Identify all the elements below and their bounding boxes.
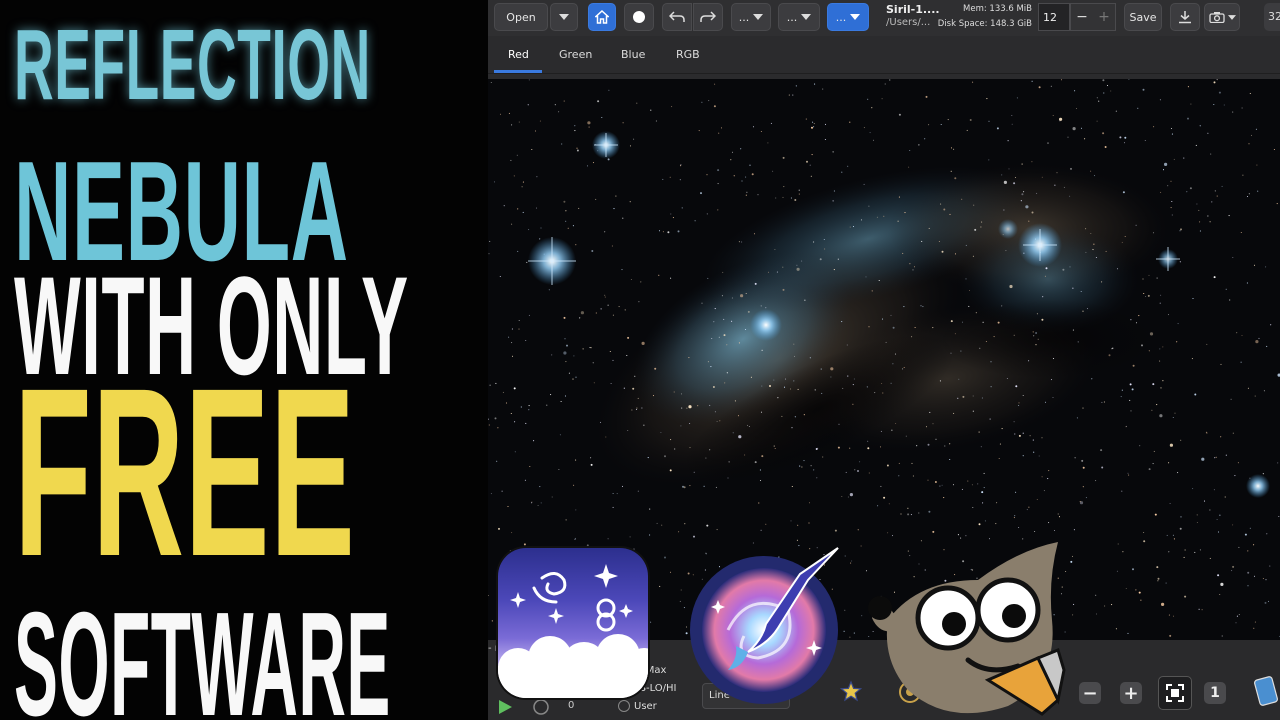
chevron-down-icon [850, 14, 861, 20]
chevron-down-icon [801, 14, 812, 20]
record-button[interactable] [624, 3, 654, 31]
zoom-one-button[interactable]: 1 [1204, 682, 1226, 704]
save-button-label: Save [1129, 10, 1157, 24]
starnet-logo-art [690, 547, 839, 704]
export-button[interactable] [1170, 3, 1200, 31]
tools-menu-button[interactable]: ... [778, 3, 820, 31]
thread-count-input[interactable] [1038, 3, 1070, 31]
slider-value: 0 [568, 700, 575, 711]
tab-red[interactable]: Red [508, 48, 529, 61]
record-icon [633, 11, 645, 23]
chevron-down-icon [753, 14, 764, 20]
zoom-out-button[interactable]: − [1079, 682, 1101, 704]
title-line-software: SOFTWARE [14, 582, 391, 720]
zoom-out-label: − [1082, 682, 1098, 704]
export-icon [1179, 11, 1191, 24]
processing-menu-button[interactable]: ... [731, 3, 771, 31]
active-tab-indicator [494, 70, 542, 73]
radio-user[interactable]: User [618, 700, 657, 712]
redo-button[interactable] [693, 3, 723, 31]
redo-icon [700, 11, 716, 22]
open-button[interactable]: Open [494, 3, 548, 31]
disk-space: Disk Space: 148.3 GiB [937, 19, 1032, 29]
thread-count-stepper[interactable]: − + [1070, 3, 1116, 31]
zoom-in-label: + [1123, 682, 1139, 704]
tab-blue[interactable]: Blue [621, 48, 645, 61]
thumbnail-title-panel: REFLECTION NEBULA WITH ONLY FREE SOFTWAR… [0, 0, 488, 720]
title-line-reflection: REFLECTION [14, 9, 371, 121]
toggle-circle-icon[interactable] [532, 698, 550, 716]
stepper-plus-button[interactable]: + [1093, 4, 1115, 30]
title-line-free: FREE [14, 338, 356, 606]
home-button[interactable] [588, 3, 616, 31]
undo-button[interactable] [662, 3, 692, 31]
play-icon[interactable] [496, 698, 514, 716]
gimp-app-logo [858, 540, 1068, 720]
header-bar: Open ... ... ... Siril-1.... /Users/... … [488, 0, 1280, 36]
tools-menu-label: ... [786, 10, 798, 24]
bit-depth-selector[interactable]: 32 [1264, 3, 1280, 31]
zoom-in-button[interactable]: + [1120, 682, 1142, 704]
channel-tab-bar: Red Green Blue RGB [488, 36, 1280, 74]
phone-screen-icon[interactable] [1254, 676, 1278, 706]
snapshot-button[interactable] [1204, 3, 1240, 31]
home-icon [595, 10, 609, 24]
zoom-one-label: 1 [1210, 685, 1220, 701]
zoom-fit-icon [1166, 684, 1184, 702]
chevron-down-icon [1227, 14, 1236, 20]
gimp-logo-art [868, 542, 1066, 716]
undo-icon [669, 11, 685, 22]
siril-logo-art [498, 564, 648, 698]
radio-user-label: User [634, 700, 657, 712]
save-button[interactable]: Save [1124, 3, 1162, 31]
project-title: Siril-1.... [886, 3, 940, 16]
processing-menu-label: ... [738, 10, 750, 24]
recent-dropdown-button[interactable] [550, 3, 578, 31]
tab-green[interactable]: Green [559, 48, 592, 61]
zoom-fit-button[interactable] [1158, 676, 1192, 710]
project-path: /Users/... [886, 17, 931, 28]
radio-circle [618, 700, 630, 712]
open-button-label: Open [506, 10, 536, 24]
camera-icon [1208, 12, 1225, 23]
stepper-minus-button[interactable]: − [1071, 4, 1093, 30]
tab-rgb[interactable]: RGB [676, 48, 700, 61]
chevron-down-icon [559, 14, 569, 20]
siril-app-logo [498, 548, 648, 698]
memory-usage: Mem: 133.6 MiB [963, 4, 1032, 14]
starnet-app-logo [688, 540, 848, 706]
scripts-menu-label: ... [835, 10, 847, 24]
scripts-menu-button[interactable]: ... [827, 3, 869, 31]
